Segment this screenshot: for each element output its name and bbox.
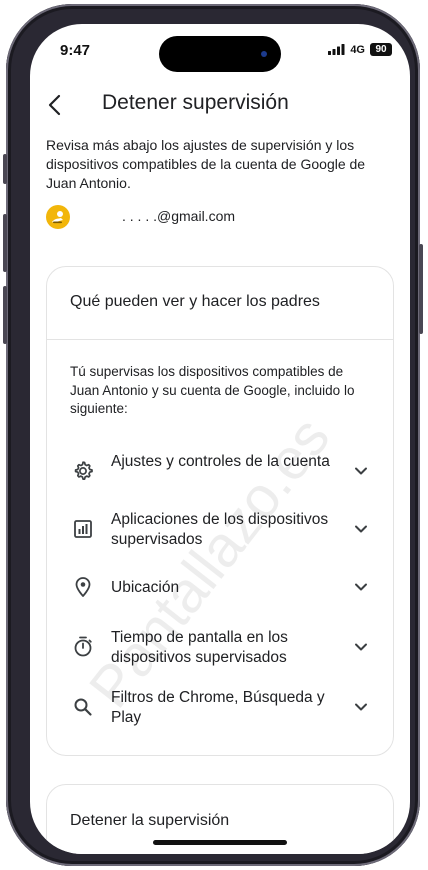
divider: [47, 339, 393, 340]
bar-chart-icon: [74, 520, 92, 538]
signal-icon: [328, 44, 345, 55]
dynamic-island: [159, 36, 281, 72]
account-email: . . . . .@gmail.com: [122, 208, 236, 224]
battery-icon: 90: [370, 43, 392, 56]
timer-icon: [74, 636, 92, 657]
gear-icon: [74, 461, 93, 480]
permission-label: Tiempo de pantalla en los dispositivos s…: [111, 629, 288, 666]
permission-item-account-settings[interactable]: Ajustes y controles de la cuenta: [47, 449, 395, 493]
permission-item-filters[interactable]: Filtros de Chrome, Búsqueda y Play: [47, 685, 395, 729]
network-type: 4G: [350, 43, 365, 56]
status-indicators: 4G 90: [328, 43, 392, 56]
chevron-down-icon: [355, 703, 367, 711]
avatar: [46, 205, 70, 229]
parents-permissions-card: Qué pueden ver y hacer los padres Tú sup…: [46, 266, 394, 756]
intro-text: Revisa más abajo los ajustes de supervis…: [46, 137, 366, 191]
permission-item-location[interactable]: Ubicación: [47, 565, 395, 609]
page-title: Detener supervisión: [102, 91, 289, 114]
permission-item-screen-time[interactable]: Tiempo de pantalla en los dispositivos s…: [47, 625, 395, 669]
action-button: [3, 154, 7, 184]
card-title: Qué pueden ver y hacer los padres: [70, 293, 320, 310]
search-icon: [74, 698, 92, 716]
home-indicator[interactable]: [153, 840, 287, 845]
account-row: . . . . .@gmail.com: [46, 204, 235, 230]
location-pin-icon: [75, 577, 91, 597]
camera-icon: [261, 51, 267, 57]
permission-label: Ajustes y controles de la cuenta: [111, 453, 330, 470]
card-title: Detener la supervisión: [70, 812, 230, 829]
permission-label: Ubicación: [111, 579, 180, 596]
volume-down-button: [3, 286, 7, 344]
screen: 9:47 4G 90 Detener supervisión Revisa má…: [30, 24, 410, 854]
chevron-down-icon: [355, 643, 367, 651]
permission-label: Filtros de Chrome, Búsqueda y Play: [111, 689, 325, 726]
phone-frame: 9:47 4G 90 Detener supervisión Revisa má…: [3, 4, 423, 866]
card-description: Tú supervisas los dispositivos compatibl…: [70, 364, 355, 416]
status-time: 9:47: [60, 42, 91, 59]
permission-item-apps[interactable]: Aplicaciones de los dispositivos supervi…: [47, 507, 395, 551]
chevron-down-icon: [355, 525, 367, 533]
power-button: [419, 244, 423, 334]
permission-label: Aplicaciones de los dispositivos supervi…: [111, 511, 329, 548]
chevron-down-icon: [355, 583, 367, 591]
back-button[interactable]: [42, 92, 68, 118]
volume-up-button: [3, 214, 7, 272]
avatar-icon: [52, 211, 63, 224]
arrow-back-icon: [48, 94, 61, 116]
chevron-down-icon: [355, 467, 367, 475]
